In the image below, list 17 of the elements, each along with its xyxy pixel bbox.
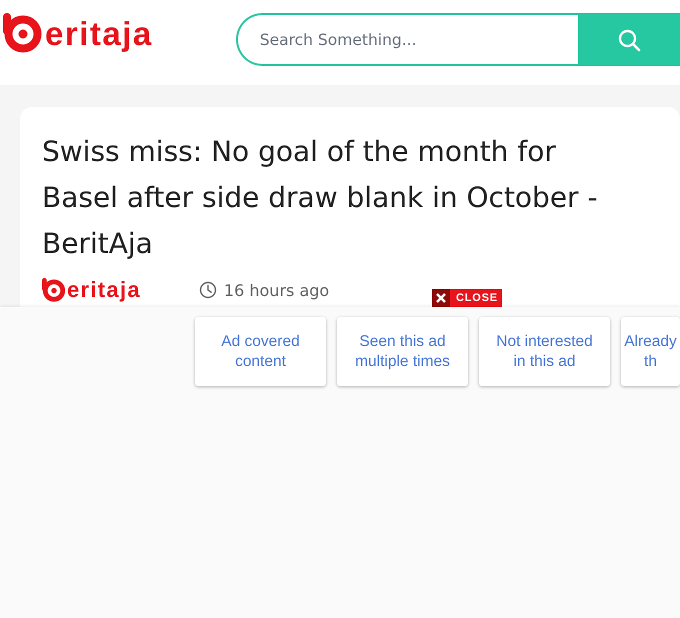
logo-mark-icon bbox=[3, 13, 43, 53]
search-button[interactable] bbox=[578, 13, 680, 66]
feedback-option[interactable]: Ad covered content bbox=[195, 317, 326, 386]
logo-mark-icon bbox=[42, 278, 66, 302]
publish-time: 16 hours ago bbox=[224, 280, 330, 300]
close-ad-button[interactable]: CLOSE bbox=[432, 289, 502, 307]
source-logo[interactable]: eritaja bbox=[42, 278, 141, 302]
feedback-option[interactable]: Not interested in this ad bbox=[479, 317, 610, 386]
article-title[interactable]: Swiss miss: No goal of the month for Basel after side draw blank in October - BeritAja bbox=[42, 129, 622, 267]
clock-icon bbox=[198, 281, 217, 299]
logo-text: eritaja bbox=[67, 279, 141, 301]
search-icon bbox=[617, 28, 641, 52]
logo-text: eritaja bbox=[45, 16, 153, 50]
search-field[interactable]: Search Something... bbox=[236, 13, 578, 66]
feedback-option[interactable]: Seen this ad multiple times bbox=[337, 317, 468, 386]
site-logo[interactable]: eritaja bbox=[3, 13, 153, 53]
feedback-option[interactable]: Already th bbox=[621, 317, 680, 386]
